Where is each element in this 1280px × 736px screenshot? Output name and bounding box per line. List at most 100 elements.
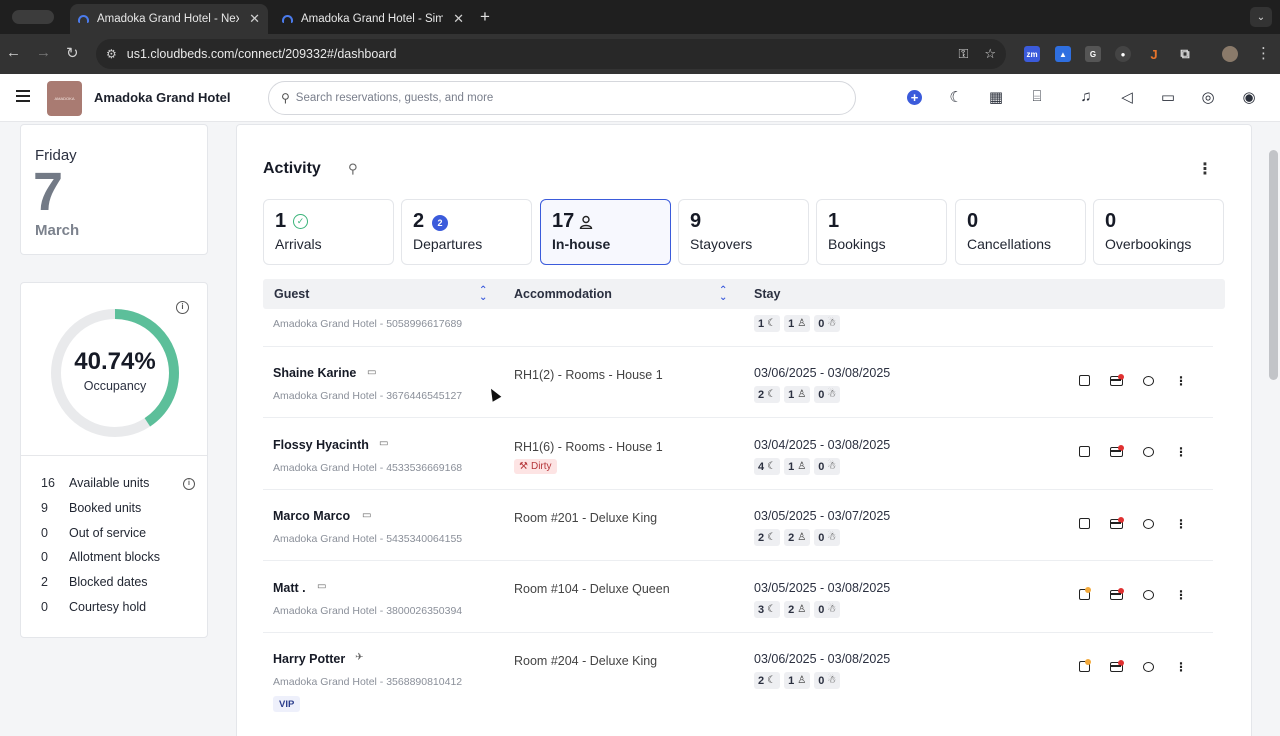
note-icon[interactable] (1079, 375, 1090, 386)
bed-icon[interactable]: ⌸ (1027, 88, 1047, 105)
tab-stayovers[interactable]: 9 Stayovers (678, 199, 809, 265)
reservation-sub: Amadoka Grand Hotel - 5435340064155 (273, 533, 463, 545)
available-info-icon[interactable]: i (183, 478, 195, 490)
table-row[interactable]: Matt . ▭ Amadoka Grand Hotel - 380002635… (263, 561, 1213, 633)
note-icon[interactable] (1079, 659, 1091, 672)
wallet-icon[interactable]: ◎ (1198, 88, 1218, 106)
tab-cancellations[interactable]: 0 Cancellations (955, 199, 1086, 265)
more-options-icon[interactable]: ⋮ (1174, 374, 1188, 388)
message-icon[interactable] (1143, 590, 1154, 600)
browser-menu-icon[interactable]: ⋮ (1256, 44, 1271, 62)
guest-name[interactable]: Matt . (273, 581, 306, 595)
nights-chip: 2 ☾ (754, 529, 781, 546)
tab-overbookings[interactable]: 0 Overbookings (1093, 199, 1224, 265)
calendar-icon[interactable]: ▦ (986, 88, 1006, 106)
sort-icon[interactable]: ⌃ ⌄ (479, 286, 487, 303)
extension-icon[interactable]: ▲ (1055, 46, 1071, 62)
tab-label: Arrivals (275, 236, 322, 252)
message-icon[interactable] (1143, 519, 1154, 529)
browser-tab-1[interactable]: Amadoka Grand Hotel - Next ✕ (70, 4, 268, 34)
tab-in-house[interactable]: 17 In-house (540, 199, 671, 265)
tab-label: Departures (413, 236, 483, 252)
moon-icon[interactable]: ☾ (946, 88, 966, 106)
guest-name[interactable]: Harry Potter (273, 652, 345, 666)
table-row[interactable]: Harry Potter ✈ Amadoka Grand Hotel - 356… (263, 633, 1213, 733)
more-options-icon[interactable]: ⋮ (1174, 445, 1188, 459)
moon-icon: ☾ (767, 389, 777, 400)
address-bar[interactable]: ⚙ us1.cloudbeds.com/connect/209332#/dash… (96, 39, 1006, 69)
scrollbar-thumb[interactable] (1269, 150, 1278, 380)
extension-circle-icon[interactable]: ● (1115, 46, 1131, 62)
payment-card-icon[interactable] (1110, 445, 1124, 457)
payment-card-icon[interactable] (1110, 588, 1124, 600)
close-tab-icon[interactable]: ✕ (249, 11, 260, 27)
more-options-icon[interactable]: ⋮ (1174, 517, 1188, 531)
tab-title: Amadoka Grand Hotel - Simp (301, 13, 443, 25)
reload-icon[interactable]: ↻ (66, 44, 79, 62)
site-settings-icon[interactable]: ⚙ (106, 47, 117, 61)
inbox-icon[interactable]: ▭ (1158, 88, 1178, 106)
guest-name[interactable]: Marco Marco (273, 509, 350, 523)
message-icon[interactable] (1143, 662, 1154, 672)
reservation-card-icon: ▭ (317, 581, 327, 592)
note-icon[interactable] (1079, 587, 1091, 600)
payment-card-icon[interactable] (1110, 374, 1124, 386)
broom-icon: ⚒ (519, 461, 528, 472)
browser-toolbar: ← → ↻ ⚙ us1.cloudbeds.com/connect/209332… (0, 34, 1280, 74)
profile-avatar-icon[interactable] (1222, 46, 1238, 62)
tab-group-pill[interactable] (12, 10, 54, 24)
close-tab-icon[interactable]: ✕ (453, 11, 464, 27)
global-search-input[interactable]: ⚲ Search reservations, guests, and more (268, 81, 856, 115)
new-tab-button[interactable]: + (480, 7, 490, 27)
more-options-icon[interactable]: ⋮ (1174, 588, 1188, 602)
grammarly-extension-icon[interactable]: G (1085, 46, 1101, 62)
bell-icon[interactable]: ♫ (1076, 88, 1096, 105)
housekeeping-status-badge[interactable]: ⚒ Dirty (514, 459, 557, 474)
note-icon[interactable] (1079, 518, 1090, 529)
kids-value: 0 (818, 531, 825, 544)
more-options-icon[interactable]: ⋮ (1174, 660, 1188, 674)
table-row[interactable]: Flossy Hyacinth ▭ Amadoka Grand Hotel - … (263, 418, 1213, 490)
menu-hamburger-icon[interactable] (16, 90, 30, 102)
table-row[interactable]: Amadoka Grand Hotel - 5058996617689 1 ☾ 1… (263, 311, 1213, 347)
table-row[interactable]: Marco Marco ▭ Amadoka Grand Hotel - 5435… (263, 490, 1213, 561)
check-circle-icon: ✓ (293, 214, 308, 229)
column-accommodation[interactable]: Accommodation (514, 287, 612, 301)
forward-icon[interactable]: → (36, 44, 51, 61)
activity-title: Activity (263, 160, 321, 177)
tab-label: Cancellations (967, 236, 1052, 252)
extension-j-icon[interactable]: J (1146, 46, 1162, 62)
child-icon: ☃ (827, 675, 837, 686)
column-guest[interactable]: Guest (274, 287, 309, 301)
megaphone-icon[interactable]: ◁ (1117, 88, 1137, 106)
tab-arrivals[interactable]: 1 ✓ Arrivals (263, 199, 394, 265)
stat-label: Allotment blocks (69, 550, 161, 564)
guest-name[interactable]: Flossy Hyacinth (273, 438, 369, 452)
tab-departures[interactable]: 2 2 Departures (401, 199, 532, 265)
browser-tab-2[interactable]: Amadoka Grand Hotel - Simp ✕ (274, 4, 472, 34)
sort-icon[interactable]: ⌃ ⌄ (719, 286, 727, 303)
bookmark-star-icon[interactable]: ☆ (984, 46, 996, 62)
message-icon[interactable] (1143, 447, 1154, 457)
stat-available-units: 16 Available units (41, 476, 149, 490)
tab-search-chevron-icon[interactable]: ⌄ (1250, 7, 1272, 27)
more-options-icon[interactable]: ⋮ (1197, 159, 1213, 179)
back-icon[interactable]: ← (6, 44, 21, 61)
kids-chip: 0 ☃ (814, 601, 841, 618)
password-key-icon[interactable]: ⚿ (958, 46, 968, 62)
tab-bookings[interactable]: 1 Bookings (816, 199, 947, 265)
payment-card-icon[interactable] (1110, 660, 1124, 672)
table-row[interactable]: Shaine Karine ▭ Amadoka Grand Hotel - 36… (263, 347, 1213, 418)
message-icon[interactable] (1143, 376, 1154, 386)
hotel-name[interactable]: Amadoka Grand Hotel (94, 90, 231, 105)
user-icon[interactable]: ◉ (1239, 88, 1259, 106)
payment-card-icon[interactable] (1110, 517, 1124, 529)
guest-name[interactable]: Shaine Karine (273, 366, 356, 380)
note-icon[interactable] (1079, 446, 1090, 457)
search-icon[interactable]: ⚲ (348, 161, 358, 177)
column-stay[interactable]: Stay (754, 287, 780, 301)
zoom-extension-icon[interactable]: zm (1024, 46, 1040, 62)
add-icon[interactable]: + (907, 90, 922, 105)
kids-value: 0 (818, 317, 825, 330)
puzzle-extensions-icon[interactable]: ⧉ (1177, 46, 1193, 62)
